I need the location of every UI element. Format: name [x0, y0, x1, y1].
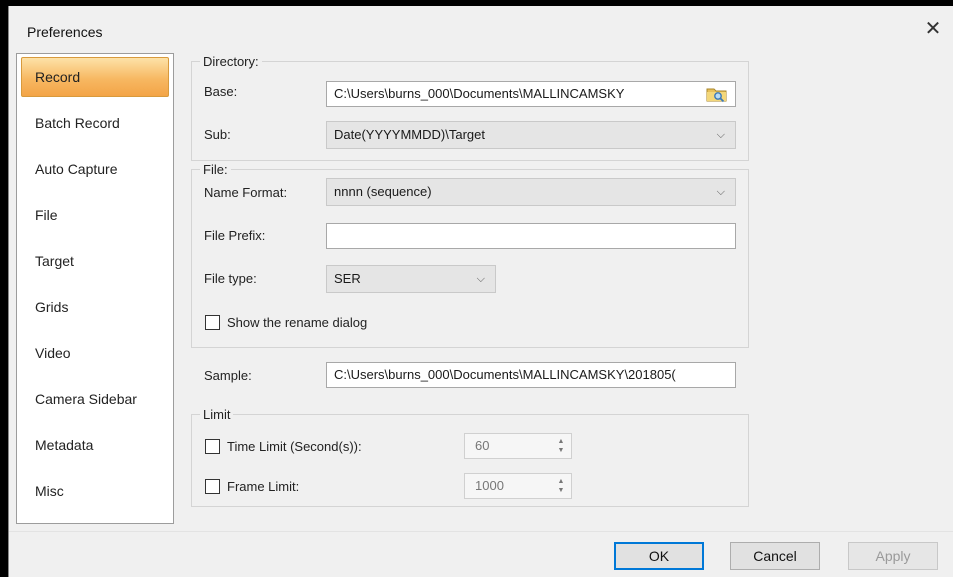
ok-button[interactable]: OK [614, 542, 704, 570]
frame-limit-label: Frame Limit: [227, 479, 300, 494]
sidebar-item-camera-sidebar[interactable]: Camera Sidebar [21, 379, 169, 419]
rename-dialog-label: Show the rename dialog [227, 315, 368, 330]
chevron-down-icon: ⌵ [716, 186, 725, 198]
file-type-select[interactable]: SER ⌵ [326, 265, 496, 293]
dialog-footer: OK Cancel Apply [9, 531, 953, 577]
file-prefix-input[interactable] [326, 223, 736, 249]
chevron-down-icon: ⌵ [716, 129, 725, 141]
time-limit-value: 60 [475, 438, 490, 453]
name-format-select[interactable]: nnnn (sequence) ⌵ [326, 178, 736, 206]
file-legend: File: [200, 162, 231, 177]
base-path-value: C:\Users\burns_000\Documents\MALLINCAMSK… [334, 86, 625, 101]
sub-directory-select[interactable]: Date(YYYYMMDD)\Target ⌵ [326, 121, 736, 149]
file-type-label: File type: [204, 271, 257, 286]
sidebar-item-video[interactable]: Video [21, 333, 169, 373]
sample-path-value: C:\Users\burns_000\Documents\MALLINCAMSK… [334, 367, 676, 382]
time-limit-label: Time Limit (Second(s)): [227, 439, 362, 454]
file-type-value: SER [334, 271, 361, 286]
sidebar-item-file[interactable]: File [21, 195, 169, 235]
base-label: Base: [204, 84, 238, 99]
spin-arrows-icon[interactable]: ▲ ▼ [554, 437, 568, 455]
frame-limit-value: 1000 [475, 478, 504, 493]
frame-limit-checkbox[interactable] [205, 479, 220, 494]
time-limit-spinner[interactable]: 60 ▲ ▼ [464, 433, 572, 459]
name-format-label: Name Format: [204, 185, 288, 200]
directory-legend: Directory: [200, 54, 262, 69]
folder-browse-icon[interactable] [706, 85, 728, 103]
preferences-window: Preferences ✕ Record Batch Record Auto C… [8, 6, 953, 577]
rename-dialog-checkbox[interactable] [205, 315, 220, 330]
name-format-value: nnnn (sequence) [334, 184, 432, 199]
limit-legend: Limit [200, 407, 234, 422]
spin-arrows-icon[interactable]: ▲ ▼ [554, 477, 568, 495]
sample-path-field: C:\Users\burns_000\Documents\MALLINCAMSK… [326, 362, 736, 388]
time-limit-checkbox[interactable] [205, 439, 220, 454]
chevron-down-icon: ⌵ [476, 273, 485, 285]
close-icon[interactable]: ✕ [919, 18, 947, 42]
category-sidebar: Record Batch Record Auto Capture File Ta… [16, 53, 174, 524]
cancel-button[interactable]: Cancel [730, 542, 820, 570]
apply-button[interactable]: Apply [848, 542, 938, 570]
sidebar-item-grids[interactable]: Grids [21, 287, 169, 327]
sidebar-item-batch-record[interactable]: Batch Record [21, 103, 169, 143]
sub-directory-value: Date(YYYYMMDD)\Target [334, 127, 485, 142]
sample-label: Sample: [204, 368, 252, 383]
sidebar-item-target[interactable]: Target [21, 241, 169, 281]
sidebar-item-misc[interactable]: Misc [21, 471, 169, 511]
base-path-field[interactable]: C:\Users\burns_000\Documents\MALLINCAMSK… [326, 81, 736, 107]
sidebar-item-auto-capture[interactable]: Auto Capture [21, 149, 169, 189]
sidebar-item-metadata[interactable]: Metadata [21, 425, 169, 465]
window-title: Preferences [27, 24, 103, 40]
sidebar-item-record[interactable]: Record [21, 57, 169, 97]
frame-limit-spinner[interactable]: 1000 ▲ ▼ [464, 473, 572, 499]
file-prefix-label: File Prefix: [204, 228, 266, 243]
sub-label: Sub: [204, 127, 231, 142]
